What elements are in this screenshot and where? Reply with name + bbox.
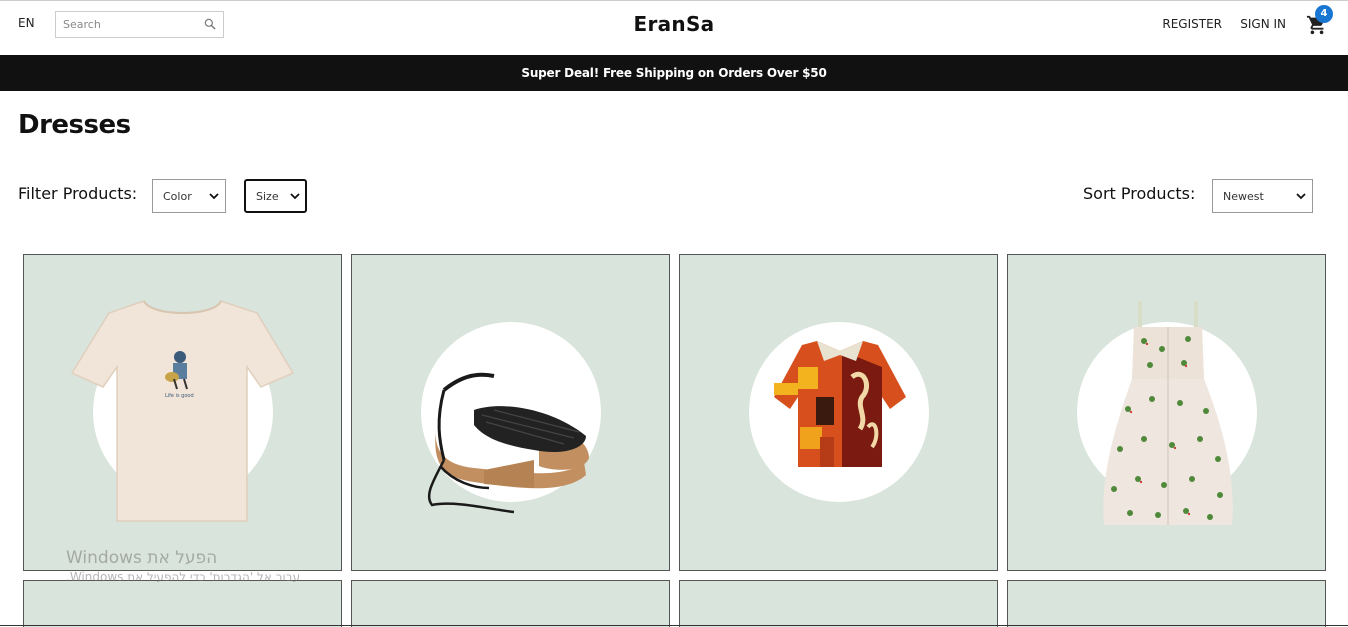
size-select[interactable]: Size [244,179,307,213]
product-card[interactable] [1007,580,1326,627]
dress-image [1103,301,1233,525]
register-link[interactable]: REGISTER [1162,17,1222,31]
page-title: Dresses [18,110,131,140]
sandal-image [427,372,589,514]
product-card[interactable] [351,580,670,627]
sign-in-link[interactable]: SIGN IN [1240,17,1286,31]
navbar: EN EranSa REGISTER SIGN IN 4 [0,0,1348,55]
product-card[interactable] [1007,254,1326,571]
shirt-image [774,341,906,467]
product-card[interactable]: Life is good [23,254,342,571]
product-card[interactable] [23,580,342,627]
search-container [55,11,224,38]
sort-label: Sort Products: [1083,184,1196,203]
product-card[interactable] [679,580,998,627]
language-label[interactable]: EN [18,16,35,30]
filter-label: Filter Products: [18,184,138,203]
logo[interactable]: EranSa [634,12,715,36]
sort-filter: Newest [1212,179,1313,213]
search-input[interactable] [56,12,194,37]
color-select[interactable]: Color [152,179,226,213]
cart-count-badge: 4 [1315,5,1333,23]
product-card[interactable] [351,254,670,571]
divider [0,625,1348,626]
search-icon[interactable] [203,17,217,31]
color-filter: Color [152,179,226,213]
product-card[interactable] [679,254,998,571]
tshirt-image: Life is good [70,300,295,522]
sort-select[interactable]: Newest [1212,179,1313,213]
size-filter: Size [244,179,307,213]
announcement-bar: Super Deal! Free Shipping on Orders Over… [0,55,1348,91]
svg-text:Life is good: Life is good [165,393,194,399]
